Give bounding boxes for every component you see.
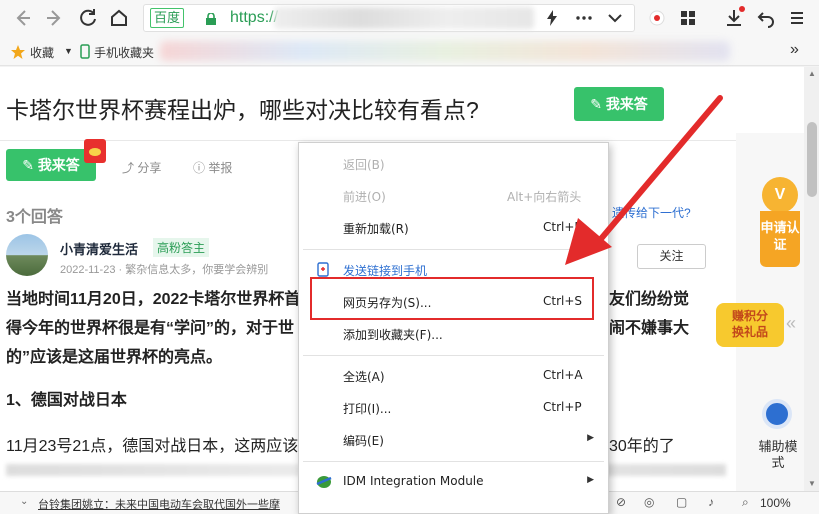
- annotation-arrow: [565, 95, 723, 265]
